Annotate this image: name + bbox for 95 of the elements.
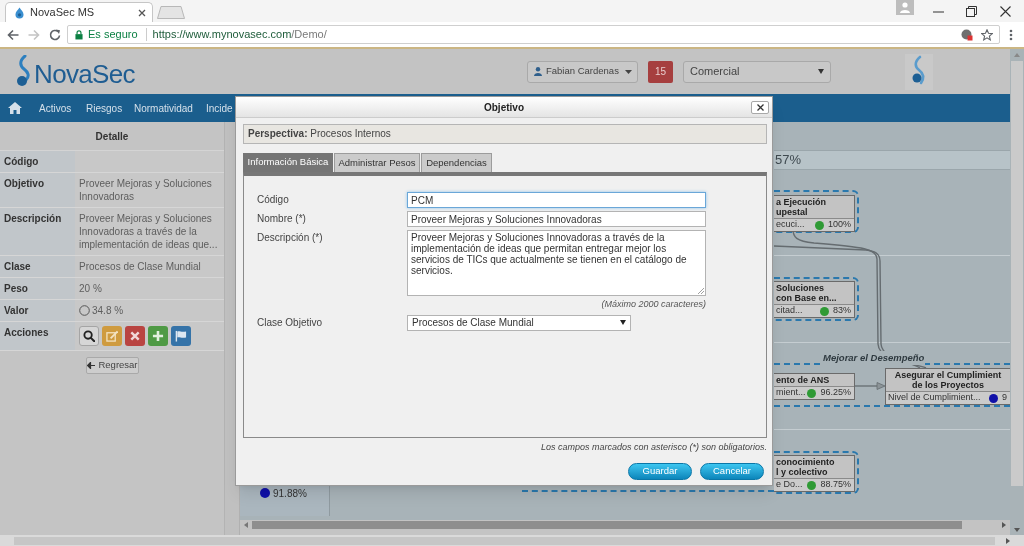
circle-badge-icon[interactable] [961,28,973,41]
row-label: Valor [0,300,75,322]
scrollbar-thumb[interactable] [252,521,962,529]
url-text: https://www.mynovasec.com/Demo/ [152,27,327,43]
row-label: Peso [0,278,75,300]
score-text: 57% [775,151,802,170]
row-label: Código [0,151,75,173]
home-icon[interactable] [8,102,22,114]
close-icon [756,104,764,111]
row-label: Objetivo [0,173,75,208]
hint-text: (Máximo 2000 caracteres) [601,298,706,311]
address-bar[interactable]: Es seguro https://www.mynovasec.com/Demo/ [67,25,1000,44]
add-button[interactable] [148,326,168,346]
caret-right-icon[interactable] [1002,522,1006,528]
flag-button[interactable] [171,326,191,346]
close-icon[interactable] [1000,5,1011,17]
delete-button[interactable] [125,326,145,346]
scrollbar-thumb[interactable] [14,536,995,545]
person-icon [534,67,542,76]
required-note: Los campos marcados con asterisco (*) son obligatorios. [540,441,767,454]
notification-badge[interactable]: 15 [648,60,673,83]
tab[interactable]: Dependencias [421,153,492,172]
back-icon[interactable] [7,28,19,41]
reload-icon[interactable] [49,28,61,41]
company-select[interactable]: Comercial [683,60,831,83]
delete-icon [129,330,141,342]
indicator-value: 83% [833,304,851,318]
caret-left-icon[interactable] [244,522,248,528]
scrollbar-thumb[interactable] [1011,61,1023,486]
field-label: Clase Objetivo [257,315,324,330]
indicator-value: 9 [1002,391,1007,405]
security-label: Es seguro [88,27,138,43]
caret-icon [818,69,824,74]
menu-icon[interactable] [1009,28,1013,41]
arrow-left-icon [87,362,96,369]
field-label: Código [257,193,290,207]
input-field[interactable]: Proveer Mejoras y Soluciones Innovadoras [407,211,706,227]
indicator-name: ecuci... [776,218,806,232]
perspective-text: Perspectiva: Procesos Internos [248,127,391,141]
row-value: Proveer Mejoras y Soluciones Innovadoras a través de la implementación de ideas que... [75,208,224,256]
indicator-value: 100% [827,218,851,232]
browser-tab[interactable]: NovaSec MS [5,2,153,22]
close-button[interactable] [751,101,769,114]
drop-icon [15,6,24,19]
flag-icon [175,330,187,342]
edit-icon [106,330,118,342]
search-button[interactable] [79,326,99,346]
field-label: Nombre (*) [257,212,307,226]
caret-icon [625,69,632,74]
brand-name: NovaSec [34,58,135,89]
indicator-name: mient... [776,386,807,400]
close-icon[interactable] [138,8,146,17]
nav-item[interactable]: Normatividad [134,94,206,122]
indicator-value: 88.75% [820,478,851,492]
nav-item[interactable]: Incide [206,94,236,122]
indicator-name: Nivel de Cumplimient... [888,391,982,405]
nav-item[interactable]: Riesgos [86,94,134,122]
text-area[interactable]: Proveer Mejoras y Soluciones Innovadoras a través de la implementación de ideas que permitan entregar mejor los servicios de TICs que actualmente se tienen en el catálogo de servicios. [407,230,706,296]
nav-item[interactable]: Activos [39,94,86,122]
dialog-title: Objetivo [484,100,524,115]
ring-icon [79,305,90,316]
node-title: a Ejecución upestal [775,196,828,218]
resize-grip-icon[interactable] [698,288,704,294]
node-title: Asegurar el Cumplimient de los Proyectos [893,369,1003,391]
caret-icon [620,320,626,325]
tab[interactable]: Administrar Pesos [334,153,420,172]
row-value: 34.8 % [92,304,124,317]
row-label: Clase [0,256,75,278]
star-icon[interactable] [981,28,993,41]
row-value: 20 % [75,278,224,300]
select-field[interactable]: Procesos de Clase Mundial [407,314,631,331]
node-title: Soluciones con Base en... [775,282,838,304]
indicator-name: e Do... [776,478,804,492]
back-button[interactable]: Regresar [86,357,139,374]
logo-icon [905,53,933,90]
node-title: ento de ANS [775,374,831,386]
lane-label: Mejorar el Desempeño [822,351,926,366]
maximize-icon[interactable] [966,5,977,17]
search-icon [83,330,95,342]
caret-right-icon[interactable] [1006,537,1010,544]
plus-icon [152,330,164,342]
user-menu-button[interactable]: Fabian Cardenas [527,60,638,83]
summary-value: 91.88% [273,487,307,501]
lock-icon [75,29,83,40]
input-field[interactable]: PCM [407,192,706,208]
row-value: Proveer Mejoras y Soluciones Innovadoras [75,173,224,208]
row-label: Descripción [0,208,75,256]
indicator-name: citad... [776,304,804,318]
indicator-value: 96.25% [820,386,851,400]
node-title: conocimiento l y colectivo [775,456,836,478]
field-label: Descripción (*) [257,231,324,245]
caret-down-icon[interactable] [1014,528,1020,532]
row-value: Procesos de Clase Mundial [75,256,224,278]
tab[interactable]: Información Básica [243,153,333,172]
row-label: Acciones [0,322,75,351]
